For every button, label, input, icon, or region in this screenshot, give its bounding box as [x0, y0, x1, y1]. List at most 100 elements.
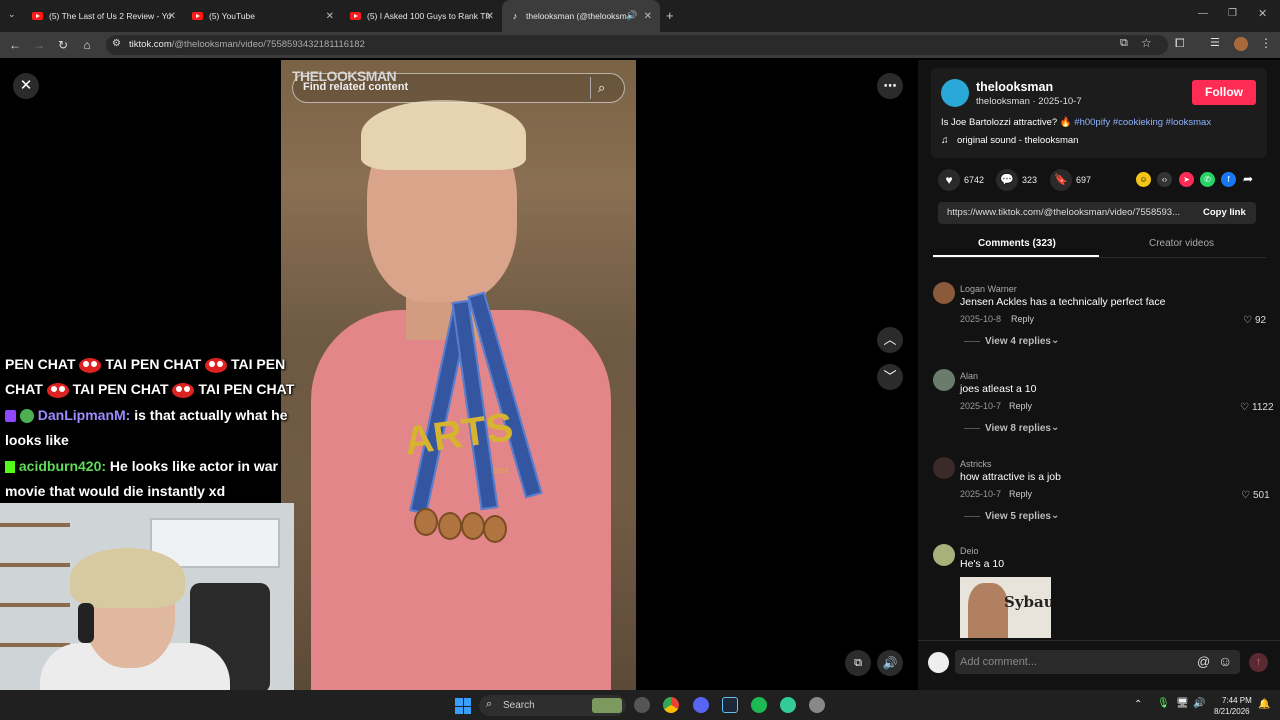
install-app-icon[interactable]: ⧉: [1120, 37, 1128, 50]
back-icon[interactable]: ←: [5, 32, 25, 58]
user-badge-icon: [19, 409, 34, 424]
post-comment-button[interactable]: ↑: [1249, 653, 1268, 672]
network-icon[interactable]: 🖥: [1176, 698, 1189, 709]
copy-link-button[interactable]: Copy link: [1203, 207, 1246, 218]
emoji-share-icon[interactable]: ☺: [1136, 172, 1151, 187]
next-video-button[interactable]: ﹀: [877, 364, 903, 390]
discord-icon[interactable]: [693, 697, 709, 713]
reply-button[interactable]: Reply: [1011, 314, 1034, 324]
bookmark-star-icon[interactable]: ☆: [1141, 36, 1152, 50]
hashtag-link[interactable]: #cookieking: [1113, 117, 1163, 128]
comment-icon[interactable]: 💬: [996, 169, 1018, 191]
commenter-name[interactable]: Logan Warner: [960, 284, 1017, 294]
like-icon[interactable]: ♥: [938, 169, 960, 191]
commenter-name[interactable]: Astricks: [960, 459, 992, 469]
author-name[interactable]: thelooksman: [976, 80, 1053, 94]
reload-icon[interactable]: ↻: [53, 32, 73, 58]
reply-button[interactable]: Reply: [1009, 489, 1032, 499]
comment-image[interactable]: Sybau: [960, 577, 1051, 638]
chrome-icon[interactable]: [663, 697, 679, 713]
commenter-avatar[interactable]: [933, 282, 955, 304]
close-tab-icon[interactable]: ✕: [486, 11, 494, 22]
close-tab-icon[interactable]: ✕: [326, 11, 334, 22]
follow-button[interactable]: Follow: [1192, 80, 1256, 105]
chevron-down-icon[interactable]: ⌄: [1051, 510, 1059, 521]
extensions-icon[interactable]: ⧠: [1175, 36, 1185, 51]
commenter-avatar[interactable]: [933, 544, 955, 566]
view-replies-button[interactable]: View 8 replies: [985, 423, 1051, 434]
settings-gear-icon[interactable]: [809, 697, 825, 713]
close-tab-icon[interactable]: ✕: [644, 11, 652, 22]
view-replies-button[interactable]: View 4 replies: [985, 336, 1051, 347]
hashtag-link[interactable]: #h00pify: [1074, 117, 1110, 128]
comment-like-icon[interactable]: ♡: [1243, 315, 1252, 326]
tab-tiktok-thelooksman[interactable]: ♪ thelooksman (@thelooksm 🔊 ✕: [502, 0, 660, 32]
chat-line: PEN CHAT TAI PEN CHAT TAI PEN: [5, 356, 285, 373]
profile-avatar[interactable]: [1234, 37, 1248, 51]
comment-placeholder: Add comment...: [960, 656, 1038, 668]
chevron-down-icon[interactable]: ⌄: [1051, 335, 1059, 346]
emoji-icon[interactable]: ☺: [1218, 653, 1232, 669]
medal: [483, 515, 507, 543]
minimize-window-icon[interactable]: —: [1198, 8, 1208, 19]
close-window-icon[interactable]: ✕: [1258, 7, 1267, 20]
whatsapp-icon[interactable]: ✆: [1200, 172, 1215, 187]
restore-window-icon[interactable]: ❐: [1228, 8, 1237, 19]
chat-text: TAI PEN: [231, 356, 286, 372]
tray-overflow-icon[interactable]: ⌃: [1134, 699, 1142, 710]
tab-youtube-home[interactable]: (5) YouTube ✕: [184, 0, 342, 32]
new-tab-button[interactable]: +: [666, 8, 674, 23]
browser-globe-icon[interactable]: [780, 697, 796, 713]
tab-youtube-tlou-review[interactable]: (5) The Last of Us 2 Review - Yo ✕: [24, 0, 184, 32]
view-replies-button[interactable]: View 5 replies: [985, 511, 1051, 522]
tab-list-chevron-icon[interactable]: ⌄: [8, 9, 16, 20]
replies-line: [964, 428, 980, 429]
send-to-friends-icon[interactable]: ➤: [1179, 172, 1194, 187]
sound-link[interactable]: original sound - thelooksman: [957, 135, 1078, 146]
mini-player-icon[interactable]: ⧉: [845, 650, 871, 676]
clock-time[interactable]: 7:44 PM: [1222, 696, 1252, 705]
bookmark-icon[interactable]: 🔖: [1050, 169, 1072, 191]
volume-icon[interactable]: 🔊: [877, 650, 903, 676]
steam-icon[interactable]: [722, 697, 738, 713]
embed-icon[interactable]: ‹›: [1157, 172, 1172, 187]
spotify-icon[interactable]: [751, 697, 767, 713]
tab-creator-videos[interactable]: Creator videos: [1149, 238, 1214, 249]
notification-icon[interactable]: 🔔: [1258, 699, 1270, 710]
commenter-name[interactable]: Deio: [960, 546, 979, 556]
audio-playing-icon[interactable]: 🔊: [626, 10, 637, 21]
reply-button[interactable]: Reply: [1009, 401, 1032, 411]
close-tab-icon[interactable]: ✕: [168, 11, 176, 22]
more-options-icon[interactable]: ⋯: [877, 73, 903, 99]
comment-like-icon[interactable]: ♡: [1241, 490, 1250, 501]
commenter-avatar[interactable]: [933, 457, 955, 479]
hashtag-link[interactable]: #looksmax: [1166, 117, 1211, 128]
search-icon[interactable]: ⌕: [598, 80, 605, 96]
previous-video-button[interactable]: ︿: [877, 327, 903, 353]
task-view-icon[interactable]: [634, 697, 650, 713]
comment-like-icon[interactable]: ♡: [1240, 402, 1249, 413]
commenter-avatar[interactable]: [933, 369, 955, 391]
forward-icon[interactable]: →: [29, 32, 49, 58]
chevron-down-icon[interactable]: ⌄: [1051, 422, 1059, 433]
site-info-icon[interactable]: ⚙: [112, 38, 121, 49]
start-button[interactable]: [455, 698, 471, 714]
commenter-name[interactable]: Alan: [960, 371, 978, 381]
facebook-icon[interactable]: f: [1221, 172, 1236, 187]
share-arrow-icon[interactable]: ➦: [1243, 172, 1253, 186]
url-text[interactable]: tiktok.com/@thelooksman/video/7558593432…: [129, 39, 365, 50]
author-avatar[interactable]: [941, 79, 969, 107]
close-video-button[interactable]: ✕: [13, 73, 39, 99]
browser-menu-icon[interactable]: ⋮: [1260, 36, 1272, 50]
tab-title: (5) The Last of Us 2 Review - Yo: [49, 11, 172, 21]
mention-icon[interactable]: @: [1197, 654, 1210, 669]
home-icon[interactable]: ⌂: [77, 32, 97, 58]
share-link-url[interactable]: https://www.tiktok.com/@thelooksman/vide…: [947, 207, 1180, 218]
media-controls-icon[interactable]: ☰: [1210, 36, 1220, 49]
clock-date[interactable]: 8/21/2026: [1214, 707, 1250, 716]
video-player[interactable]: ARTS 2019: [281, 60, 636, 690]
volume-tray-icon[interactable]: 🔊: [1193, 698, 1205, 709]
tab-comments[interactable]: Comments (323): [978, 238, 1056, 249]
tab-youtube-100-guys[interactable]: (5) I Asked 100 Guys to Rank Th ✕: [342, 0, 502, 32]
microphone-icon[interactable]: 🎙: [1157, 698, 1170, 709]
